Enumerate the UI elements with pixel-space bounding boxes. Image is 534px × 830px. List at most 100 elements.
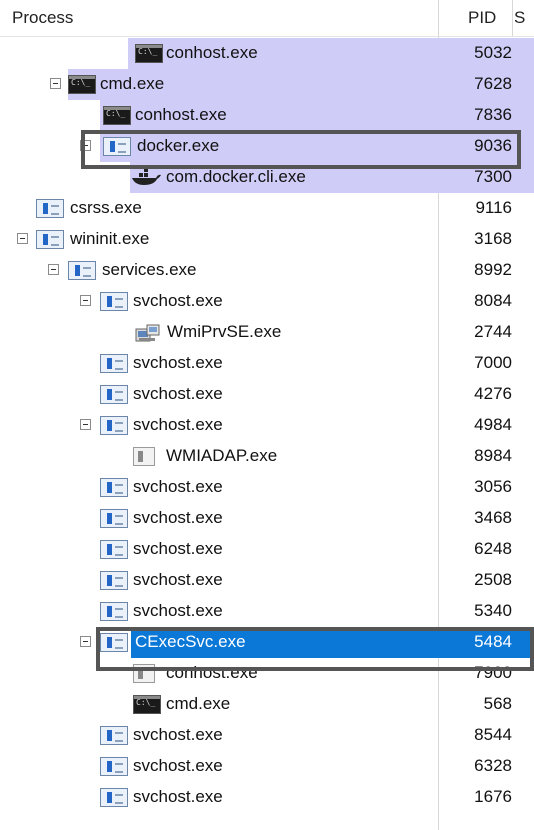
process-pid: 8544 [474,725,512,744]
process-row[interactable]: svchost.exe 5340 [0,596,534,627]
process-name: svchost.exe [133,384,223,403]
process-row[interactable]: cmd.exe 568 [0,689,534,720]
process-name: svchost.exe [133,415,223,434]
process-pid: 6248 [474,539,512,558]
process-pid: 5340 [474,601,512,620]
process-name: com.docker.cli.exe [166,167,306,186]
process-row[interactable]: svchost.exe 4276 [0,379,534,410]
process-name: csrss.exe [70,198,142,217]
process-pid: 8992 [474,260,512,279]
process-pid: 6328 [474,756,512,775]
process-pid: 4984 [474,415,512,434]
highlight-outline-cexecsvc [96,627,534,671]
process-pid: 7300 [474,167,512,186]
service-icon [100,354,128,373]
process-row[interactable]: svchost.exe 2508 [0,565,534,596]
process-row[interactable]: svchost.exe 8084 [0,286,534,317]
process-row[interactable]: WMIADAP.exe 8984 [0,441,534,472]
collapse-toggle-icon[interactable] [80,636,91,647]
console-icon [133,695,161,714]
process-name: conhost.exe [166,43,258,62]
process-row[interactable]: cmd.exe 7628 [0,69,534,100]
process-row[interactable]: svchost.exe 3056 [0,472,534,503]
process-row[interactable]: svchost.exe 3468 [0,503,534,534]
console-icon [103,106,131,125]
process-row[interactable]: conhost.exe 5032 [0,38,534,69]
process-name: WmiPrvSE.exe [167,322,282,341]
process-row[interactable]: svchost.exe 1676 [0,782,534,813]
process-pid: 7628 [474,74,512,93]
process-name: svchost.exe [133,353,223,372]
process-pid: 5032 [474,43,512,62]
service-icon [100,757,128,776]
service-icon [100,416,128,435]
collapse-toggle-icon[interactable] [50,78,61,89]
process-pid: 3056 [474,477,512,496]
process-row[interactable]: svchost.exe 8544 [0,720,534,751]
service-icon [100,478,128,497]
process-pid: 7836 [474,105,512,124]
highlight-outline-docker [81,130,521,169]
process-name: cmd.exe [166,694,231,713]
process-name: svchost.exe [133,570,223,589]
process-name: svchost.exe [133,601,223,620]
process-pid: 9116 [475,198,512,217]
process-name: svchost.exe [133,291,223,310]
service-icon [100,292,128,311]
console-icon [135,44,163,63]
process-row[interactable]: svchost.exe 6248 [0,534,534,565]
collapse-toggle-icon[interactable] [80,295,91,306]
process-row[interactable]: svchost.exe 4984 [0,410,534,441]
pid-column-header[interactable]: PID [468,8,496,28]
column-header-bar: Process PID S [0,0,534,37]
service-icon [68,261,96,280]
process-name: cmd.exe [100,74,165,93]
process-name: conhost.exe [135,105,227,124]
service-icon [100,509,128,528]
process-name: svchost.exe [133,787,223,806]
collapse-toggle-icon[interactable] [17,233,28,244]
process-pid: 1676 [474,787,512,806]
process-pid: 2508 [474,570,512,589]
process-column-header[interactable]: Process [12,8,73,28]
process-name: svchost.exe [133,477,223,496]
generic-app-icon [133,447,155,466]
service-icon [100,726,128,745]
service-icon [100,788,128,807]
process-row[interactable]: conhost.exe 7836 [0,100,534,131]
process-name: wininit.exe [70,229,150,248]
process-pid: 8084 [474,291,512,310]
process-name: svchost.exe [133,539,223,558]
service-icon [36,230,64,249]
process-row[interactable]: svchost.exe 7000 [0,348,534,379]
process-pid: 568 [483,694,512,713]
service-icon [100,540,128,559]
process-row[interactable]: services.exe 8992 [0,255,534,286]
wmi-provider-icon [135,323,161,343]
process-pid: 4276 [474,384,512,403]
process-row[interactable]: wininit.exe 3168 [0,224,534,255]
collapse-toggle-icon[interactable] [80,419,91,430]
process-pid: 8984 [474,446,512,465]
service-icon [36,199,64,218]
process-name: services.exe [102,260,197,279]
process-name: svchost.exe [133,756,223,775]
process-row[interactable]: svchost.exe 6328 [0,751,534,782]
column-divider[interactable] [512,0,513,36]
process-name: WMIADAP.exe [166,446,278,465]
process-pid: 3468 [474,508,512,527]
process-name: svchost.exe [133,508,223,527]
process-pid: 7000 [474,353,512,372]
process-name: svchost.exe [133,725,223,744]
console-icon [68,75,96,94]
collapse-toggle-icon[interactable] [48,264,59,275]
docker-whale-icon [130,168,162,187]
status-column-header[interactable]: S [514,8,525,28]
service-icon [100,602,128,621]
process-pid: 2744 [474,322,512,341]
process-pid: 3168 [474,229,512,248]
service-icon [100,571,128,590]
service-icon [100,385,128,404]
process-row[interactable]: csrss.exe 9116 [0,193,534,224]
process-row[interactable]: WmiPrvSE.exe 2744 [0,317,534,348]
